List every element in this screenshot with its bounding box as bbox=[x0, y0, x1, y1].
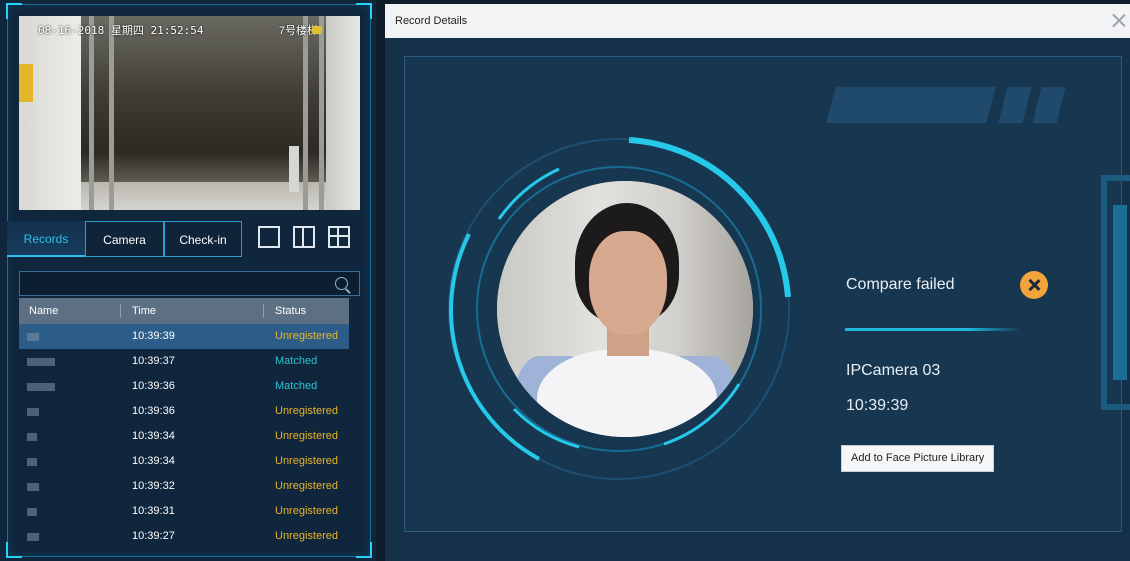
tab-camera[interactable]: Camera bbox=[85, 221, 164, 257]
row-name-redacted bbox=[27, 358, 55, 366]
row-status: Unregistered bbox=[275, 530, 338, 542]
dialog-title: Record Details bbox=[395, 15, 468, 27]
row-name-redacted bbox=[27, 383, 55, 391]
row-status: Unregistered bbox=[275, 505, 338, 517]
table-row[interactable]: 10:39:27 Unregistered bbox=[19, 524, 349, 549]
single-view-icon[interactable] bbox=[258, 226, 280, 248]
row-status: Unregistered bbox=[275, 430, 338, 442]
records-table: Name Time Status 10:39:39 Unregistered 10:… bbox=[19, 298, 349, 549]
detail-frame: Compare failed IPCamera 03 10:39:39 Add … bbox=[404, 56, 1130, 532]
close-icon[interactable] bbox=[1110, 11, 1128, 29]
osd-datetime: 08-16-2018 星期四 21:52:54 bbox=[38, 24, 204, 37]
row-name-redacted bbox=[27, 333, 39, 341]
table-row[interactable]: 10:39:34 Unregistered bbox=[19, 449, 349, 474]
capture-time: 10:39:39 bbox=[846, 397, 909, 414]
column-header-name: Name bbox=[29, 305, 59, 317]
frame-corner bbox=[356, 542, 372, 558]
compare-result-text: Compare failed bbox=[846, 276, 955, 293]
table-body: 10:39:39 Unregistered 10:39:37 Matched 10:39… bbox=[19, 324, 349, 549]
tab-check-in[interactable]: Check-in bbox=[164, 221, 242, 257]
table-row[interactable]: 10:39:36 Matched bbox=[19, 374, 349, 399]
add-to-library-button[interactable]: Add to Face Picture Library bbox=[841, 445, 995, 472]
row-time: 10:39:34 bbox=[132, 455, 175, 467]
dual-view-icon[interactable] bbox=[293, 226, 315, 248]
photo-clothing bbox=[537, 349, 717, 437]
photo-face-blurred bbox=[589, 231, 667, 335]
decorative-bracket bbox=[1113, 205, 1127, 380]
scene-door-frame bbox=[109, 16, 114, 210]
row-time: 10:39:39 bbox=[132, 330, 175, 342]
table-row[interactable]: 10:39:39 Unregistered bbox=[19, 324, 349, 349]
scene-door-frame bbox=[319, 16, 324, 210]
row-time: 10:39:32 bbox=[132, 480, 175, 492]
scene-wall bbox=[19, 16, 81, 210]
dialog-title-bar: Record Details bbox=[385, 4, 1130, 38]
scene-object bbox=[289, 146, 299, 192]
row-time: 10:39:36 bbox=[132, 380, 175, 392]
table-row[interactable]: 10:39:32 Unregistered bbox=[19, 474, 349, 499]
row-status: Unregistered bbox=[275, 405, 338, 417]
row-status: Matched bbox=[275, 355, 318, 367]
camera-name: IPCamera 03 bbox=[846, 362, 941, 379]
captured-face-image bbox=[497, 181, 753, 437]
decorative-bar bbox=[826, 87, 996, 123]
row-name-redacted bbox=[27, 458, 37, 466]
row-status: Matched bbox=[275, 380, 318, 392]
table-row[interactable]: 10:39:31 Unregistered bbox=[19, 499, 349, 524]
row-status: Unregistered bbox=[275, 480, 338, 492]
records-panel: 08-16-2018 星期四 21:52:54 7号楼梯 Records Cam… bbox=[0, 0, 376, 561]
table-row[interactable]: 10:39:36 Unregistered bbox=[19, 399, 349, 424]
row-name-redacted bbox=[27, 483, 39, 491]
tab-records[interactable]: Records bbox=[7, 221, 85, 257]
quad-view-icon[interactable] bbox=[328, 226, 350, 248]
row-time: 10:39:27 bbox=[132, 530, 175, 542]
scene-wall bbox=[326, 16, 360, 210]
row-status: Unregistered bbox=[275, 330, 338, 342]
row-time: 10:39:31 bbox=[132, 505, 175, 517]
row-name-redacted bbox=[27, 408, 39, 416]
fail-x-icon bbox=[1020, 271, 1048, 299]
decorative-bars bbox=[826, 87, 1081, 123]
row-time: 10:39:37 bbox=[132, 355, 175, 367]
column-header-status: Status bbox=[275, 305, 307, 317]
table-header: Name Time Status bbox=[19, 298, 349, 324]
row-name-redacted bbox=[27, 533, 39, 541]
column-header-time: Time bbox=[132, 305, 157, 317]
scene-door-frame bbox=[89, 16, 94, 210]
row-name-redacted bbox=[27, 433, 37, 441]
record-details-dialog: Record Details Compare failed IPCamera 0… bbox=[385, 4, 1130, 561]
result-divider bbox=[845, 328, 1020, 331]
row-time: 10:39:34 bbox=[132, 430, 175, 442]
decorative-bar bbox=[998, 87, 1032, 123]
column-divider bbox=[120, 304, 121, 318]
row-status: Unregistered bbox=[275, 455, 338, 467]
scene-sign bbox=[19, 64, 33, 102]
table-row[interactable]: 10:39:34 Unregistered bbox=[19, 424, 349, 449]
table-row[interactable]: 10:39:37 Matched bbox=[19, 349, 349, 374]
search-icon[interactable] bbox=[335, 277, 348, 290]
row-name-redacted bbox=[27, 508, 37, 516]
column-divider bbox=[263, 304, 264, 318]
row-time: 10:39:36 bbox=[132, 405, 175, 417]
decorative-bar bbox=[1032, 87, 1066, 123]
search-input[interactable] bbox=[19, 271, 360, 296]
record-indicator-icon bbox=[312, 26, 322, 34]
live-camera-view[interactable]: 08-16-2018 星期四 21:52:54 7号楼梯 bbox=[19, 16, 360, 210]
scene-door-frame bbox=[303, 16, 308, 210]
